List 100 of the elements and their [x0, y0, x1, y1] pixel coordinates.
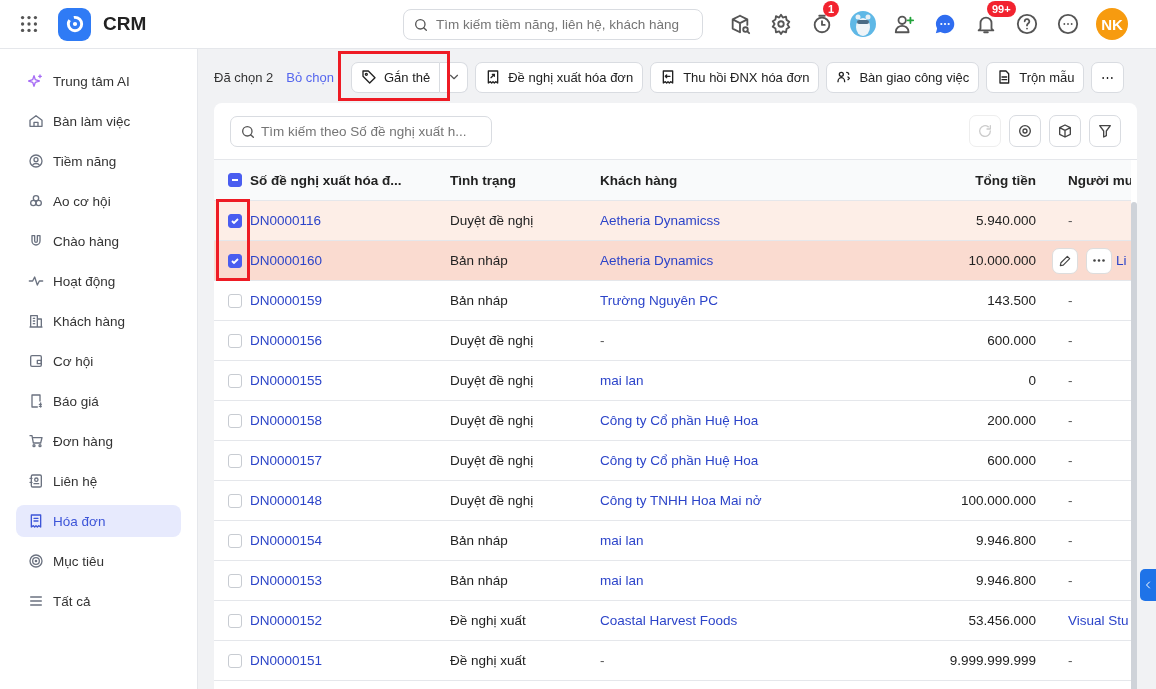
- table-row[interactable]: DN0000158 Duyệt đề nghị Công ty Cổ phần Huệ Hoa 200.000 -: [214, 401, 1131, 441]
- more-button[interactable]: ⋯: [1091, 61, 1125, 93]
- sidebar-item[interactable]: Khách hàng: [16, 305, 181, 337]
- sidebar-item[interactable]: Cơ hội: [16, 345, 181, 377]
- customer-link[interactable]: Trường Nguyên PC: [600, 293, 718, 308]
- apps-grid-icon: [18, 13, 40, 35]
- total-amount: 10.000.000: [968, 253, 1036, 268]
- sidebar-item[interactable]: Tất cả: [16, 585, 181, 617]
- buyer-text: -: [1068, 653, 1073, 668]
- table-row[interactable]: DN0000155 Duyệt đề nghị mai lan 0 -: [214, 361, 1131, 401]
- invoice-number-link[interactable]: DN0000154: [250, 533, 323, 548]
- invoice-number-link[interactable]: DN0000160: [250, 253, 323, 268]
- customer-link[interactable]: Aetheria Dynamicss: [600, 213, 721, 228]
- sidebar-item[interactable]: Bàn làm việc: [16, 105, 181, 137]
- total-amount: 9.999.999.999: [949, 653, 1036, 668]
- invoice-number-link[interactable]: DN0000153: [250, 573, 323, 588]
- settings-button[interactable]: [1009, 115, 1041, 147]
- column-header: Số đề nghị xuất hóa đ...: [250, 172, 402, 188]
- menu-icon: [28, 593, 44, 609]
- status-text: Duyệt đề nghị: [450, 413, 534, 428]
- row-checkbox[interactable]: [228, 213, 242, 228]
- table-row[interactable]: DN0000154 Bản nháp mai lan 9.946.800 -: [214, 521, 1131, 561]
- select-all-checkbox[interactable]: [228, 173, 242, 187]
- help-button[interactable]: [1014, 11, 1040, 37]
- table-row[interactable]: DN0000156 Duyệt đề nghị - 600.000 -: [214, 321, 1131, 361]
- column-header: Khách hàng: [600, 172, 678, 188]
- table-row[interactable]: DN0000151 Đề nghị xuất - 9.999.999.999 -: [214, 641, 1131, 681]
- total-amount: 200.000: [987, 413, 1036, 428]
- action-button[interactable]: Thu hồi ĐNX hóa đơn: [650, 61, 820, 93]
- buyer-text: -: [1068, 293, 1073, 308]
- invoice-number-link[interactable]: DN0000156: [250, 333, 323, 348]
- sidebar-item[interactable]: Báo giá: [16, 385, 181, 417]
- invoice-number-link[interactable]: DN0000157: [250, 453, 323, 468]
- table-row[interactable]: DN0000157 Duyệt đề nghị Công ty Cổ phần Huệ Hoa 600.000 -: [214, 441, 1131, 481]
- document-dollar-icon: [28, 393, 44, 409]
- sidebar-item[interactable]: Trung tâm AI: [16, 65, 181, 97]
- pencil-icon: [1058, 253, 1072, 268]
- sparkle-icon: [28, 73, 44, 89]
- buyer-text: -: [1068, 533, 1073, 548]
- status-text: Duyệt đề nghị: [450, 373, 534, 388]
- action-button[interactable]: Trộn mẫu: [986, 61, 1085, 93]
- timer-button[interactable]: 1: [809, 1, 849, 37]
- table-row[interactable]: DN0000159 Bản nháp Trường Nguyên PC 143.500 -: [214, 281, 1131, 321]
- sidebar-item[interactable]: Hoạt động: [16, 265, 181, 297]
- sidebar-item[interactable]: Liên hệ: [16, 465, 181, 497]
- sidebar-item[interactable]: Hóa đơn: [16, 505, 181, 537]
- table-row[interactable]: DN0000148 Duyệt đề nghị Công ty TNHH Hoa Mai nở 100.000.000 -: [214, 481, 1131, 521]
- collapse-button[interactable]: [1140, 569, 1156, 601]
- customer-link[interactable]: Công ty Cổ phần Huệ Hoa: [600, 413, 759, 428]
- customer-link[interactable]: Công ty Cổ phần Huệ Hoa: [600, 453, 759, 468]
- customer-link[interactable]: Aetheria Dynamics: [600, 253, 714, 268]
- invoice-number-link[interactable]: DN0000155: [250, 373, 323, 388]
- table-row[interactable]: DN0000152 Đề nghị xuất Coastal Harvest Foods 53.456.000 Visual Stu: [214, 601, 1131, 641]
- invoice-number-link[interactable]: DN0000151: [250, 653, 323, 668]
- customer-link[interactable]: mai lan: [600, 373, 644, 388]
- filter-button[interactable]: [1089, 115, 1121, 147]
- total-amount: 143.500: [987, 293, 1036, 308]
- check-icon: [231, 257, 239, 264]
- more-button[interactable]: [1055, 11, 1081, 37]
- deselect-link[interactable]: Bỏ chọn: [286, 69, 334, 85]
- table-row[interactable]: DN0000116 Duyệt đề nghị Aetheria Dynamicss 5.940.000 -: [214, 201, 1131, 241]
- notification-badge: 99+: [987, 1, 1016, 17]
- customer-link[interactable]: mai lan: [600, 573, 644, 588]
- cart-icon: [28, 433, 44, 449]
- invoice-number-link[interactable]: DN0000159: [250, 293, 323, 308]
- total-amount: 600.000: [987, 453, 1036, 468]
- invoice-number-link[interactable]: DN0000158: [250, 413, 323, 428]
- sidebar-item[interactable]: Tiềm năng: [16, 145, 181, 177]
- invoice-number-link[interactable]: DN0000148: [250, 493, 323, 508]
- total-amount: 5.940.000: [975, 213, 1036, 228]
- scrollbar[interactable]: [1131, 202, 1137, 689]
- sidebar-item[interactable]: Mục tiêu: [16, 545, 181, 577]
- buyer-text: -: [1068, 413, 1073, 428]
- total-amount: 600.000: [987, 333, 1036, 348]
- customer-link: -: [600, 333, 605, 348]
- customer-link[interactable]: Coastal Harvest Foods: [600, 613, 738, 628]
- action-button[interactable]: Bàn giao công việc: [826, 61, 980, 93]
- action-button[interactable]: Đề nghị xuất hóa đơn: [475, 61, 644, 93]
- cube-button[interactable]: [1049, 115, 1081, 147]
- sidebar-item[interactable]: Đơn hàng: [16, 425, 181, 457]
- search-field[interactable]: Tìm kiếm tiềm năng, liên hệ, khách hàng: [403, 8, 703, 40]
- dropdown-button[interactable]: [440, 61, 469, 93]
- row-checkbox[interactable]: [228, 253, 242, 268]
- buyer-text: -: [1068, 573, 1073, 588]
- table-search-field[interactable]: Tìm kiếm theo Số đề nghị xuất h...: [230, 115, 492, 147]
- invoice-number-link[interactable]: DN0000116: [250, 213, 322, 228]
- more-button[interactable]: [1086, 247, 1112, 274]
- table-row[interactable]: DN0000153 Bản nháp mai lan 9.946.800 -: [214, 561, 1131, 601]
- sidebar-item[interactable]: Ao cơ hội: [16, 185, 181, 217]
- sidebar-item[interactable]: Chào hàng: [16, 225, 181, 257]
- receipt-icon: [28, 513, 44, 529]
- action-button[interactable]: Gắn thẻ: [350, 61, 441, 93]
- customer-link[interactable]: mai lan: [600, 533, 644, 548]
- bell-button[interactable]: 99+: [973, 1, 1013, 37]
- invoice-number-link[interactable]: DN0000152: [250, 613, 323, 628]
- customer-link[interactable]: Công ty TNHH Hoa Mai nở: [600, 493, 762, 508]
- edit-button[interactable]: [1052, 247, 1078, 274]
- wallet-icon: [28, 353, 44, 369]
- table-row[interactable]: DN0000160 Bản nháp Aetheria Dynamics 10.000.000 Li: [214, 241, 1131, 281]
- total-amount: 9.946.800: [975, 533, 1036, 548]
